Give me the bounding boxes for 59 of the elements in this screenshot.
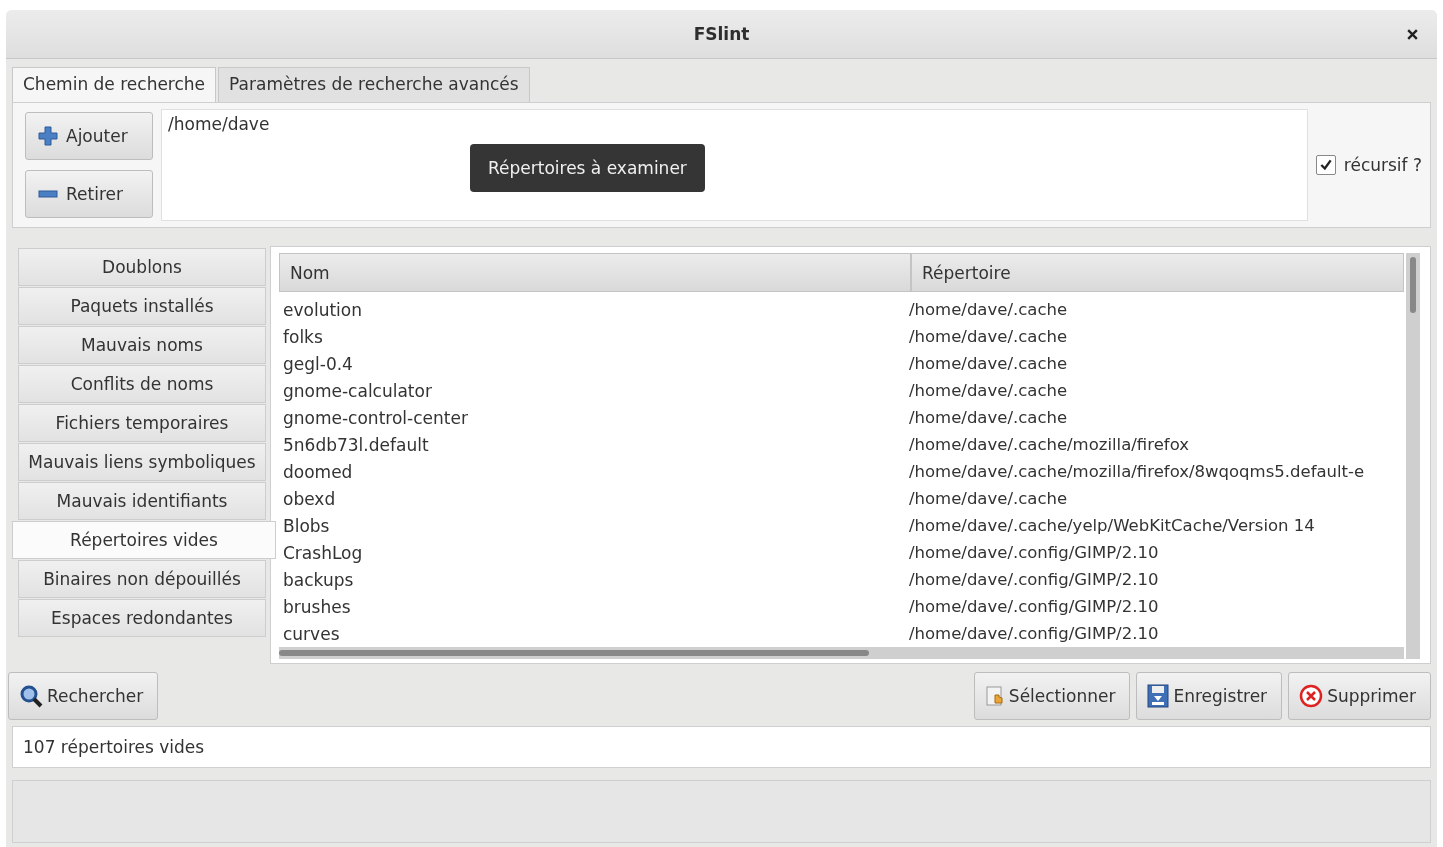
save-button[interactable]: Enregistrer bbox=[1136, 672, 1283, 720]
search-icon bbox=[19, 684, 43, 708]
table-cell-text: /home/dave/.cache bbox=[908, 381, 1069, 400]
checkbox[interactable] bbox=[1315, 155, 1336, 175]
table-cell-text: gnome-control-center bbox=[282, 407, 469, 428]
table-cell-text: /home/dave/.cache bbox=[908, 300, 1069, 319]
table-cell-text: /home/dave/.config/GIMP/2.10 bbox=[908, 624, 1160, 643]
close-icon[interactable] bbox=[1406, 28, 1419, 41]
table-cell-text: obexd bbox=[282, 488, 337, 509]
search-button[interactable]: Rechercher bbox=[8, 672, 159, 720]
tooltip: Répertoires à examiner bbox=[470, 144, 705, 192]
table-cell-text: /home/dave/.cache bbox=[908, 327, 1069, 346]
sidebar-item[interactable]: Paquets installés bbox=[18, 287, 266, 325]
table-cell-text: /home/dave/.cache/mozilla/firefox bbox=[908, 435, 1190, 454]
table-cell-text: /home/dave/.config/GIMP/2.10 bbox=[908, 597, 1160, 616]
sidebar-item[interactable]: Doublons bbox=[18, 248, 266, 286]
delete-button[interactable]: Supprimer bbox=[1288, 672, 1431, 720]
checkbox-label: récursif ? bbox=[1343, 155, 1422, 175]
table-cell-text: backups bbox=[282, 569, 355, 590]
add-button[interactable]: Ajouter bbox=[25, 112, 153, 160]
table-cell-text: doomed bbox=[282, 461, 354, 482]
vertical-scrollbar[interactable] bbox=[1406, 253, 1420, 659]
tab[interactable]: Chemin de recherche bbox=[12, 67, 217, 102]
table-cell-text: /home/dave/.cache bbox=[908, 354, 1069, 373]
minus-icon bbox=[38, 190, 58, 198]
horizontal-scrollbar[interactable] bbox=[279, 647, 1404, 659]
sidebar-item[interactable]: Binaires non dépouillés bbox=[18, 560, 266, 598]
sidebar-item[interactable]: Répertoires vides bbox=[12, 521, 276, 559]
cancel-icon bbox=[1299, 684, 1324, 708]
table-cell-text: /home/dave/.cache bbox=[908, 489, 1069, 508]
sidebar-item[interactable]: Espaces redondantes bbox=[18, 599, 266, 637]
column-header[interactable]: Répertoire bbox=[911, 253, 1404, 292]
path-item[interactable]: /home/dave bbox=[168, 114, 270, 134]
table-cell-text: evolution bbox=[282, 299, 363, 320]
table-cell-text: curves bbox=[282, 623, 341, 644]
sidebar-item[interactable]: Mauvais identifiants bbox=[18, 482, 266, 520]
window-title: FSlint bbox=[693, 24, 750, 44]
table-cell-text: 5n6db73l.default bbox=[282, 434, 430, 455]
table-cell-text: gnome-calculator bbox=[282, 380, 433, 401]
table-cell-text: /home/dave/.cache/mozilla/firefox/8wqoqms5.default-e bbox=[908, 462, 1366, 481]
table-cell-text: CrashLog bbox=[282, 542, 364, 563]
table-cell-text: /home/dave/.cache/yelp/WebKitCache/Version 14 bbox=[908, 516, 1316, 535]
sidebar-item[interactable]: Mauvais noms bbox=[18, 326, 266, 364]
tab[interactable]: Paramètres de recherche avancés bbox=[218, 67, 530, 102]
status-field: 107 répertoires vides bbox=[12, 726, 1431, 768]
select-button[interactable]: Sélectionner bbox=[973, 672, 1131, 720]
table-cell-text: gegl-0.4 bbox=[282, 353, 354, 374]
remove-button[interactable]: Retirer bbox=[25, 170, 153, 218]
table-cell-text: /home/dave/.cache bbox=[908, 408, 1069, 427]
plus-icon bbox=[38, 126, 58, 146]
sidebar-item[interactable]: Fichiers temporaires bbox=[18, 404, 266, 442]
sidebar-item[interactable]: Mauvais liens symboliques bbox=[18, 443, 266, 481]
table-cell-text: Blobs bbox=[282, 515, 331, 536]
table-cell-text: /home/dave/.config/GIMP/2.10 bbox=[908, 570, 1160, 589]
sidebar-item[interactable]: Conflits de noms bbox=[18, 365, 266, 403]
table-cell-text: brushes bbox=[282, 596, 352, 617]
table-cell-text: folks bbox=[282, 326, 324, 347]
table-cell-text: /home/dave/.config/GIMP/2.10 bbox=[908, 543, 1160, 562]
column-header[interactable]: Nom bbox=[279, 253, 911, 292]
